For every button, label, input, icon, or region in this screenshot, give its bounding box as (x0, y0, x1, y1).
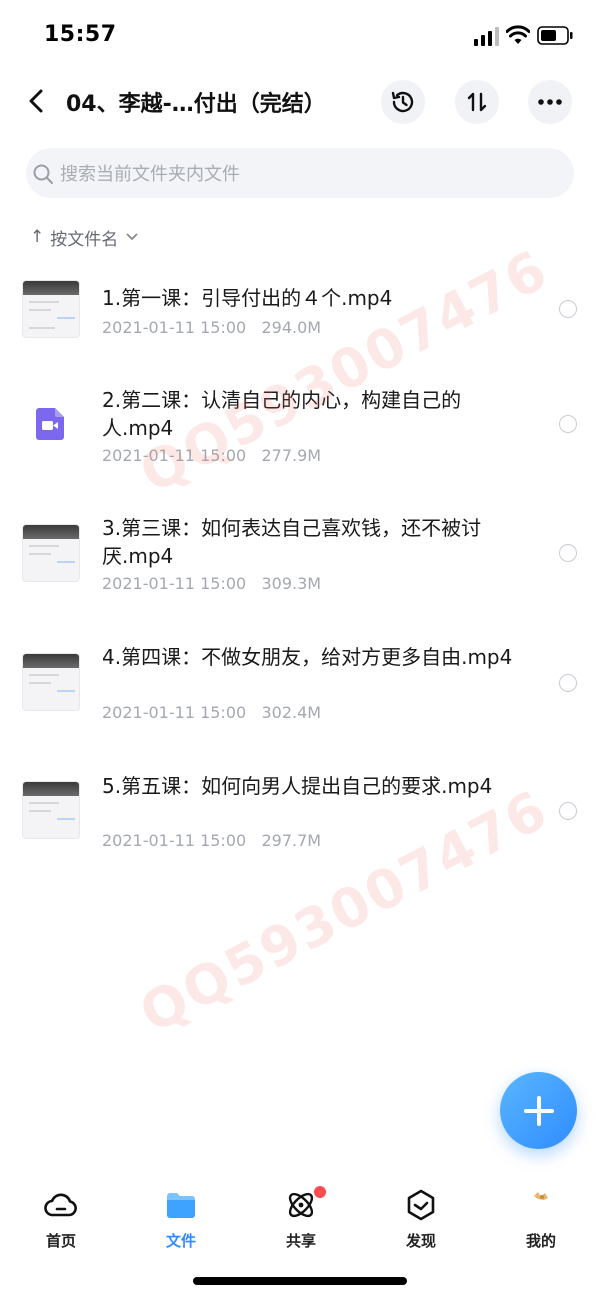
select-radio[interactable] (559, 802, 577, 820)
tab-files[interactable]: 文件 (136, 1186, 226, 1256)
folder-icon (167, 1193, 195, 1218)
wifi-icon (506, 25, 530, 44)
file-name: 4.第四课：不做女朋友，给对方更多自由.mp4 (102, 645, 513, 669)
file-date: 2021-01-11 15:00 (102, 703, 247, 722)
video-thumbnail (22, 280, 80, 338)
tab-label: 发现 (405, 1232, 436, 1250)
tab-label: 共享 (285, 1232, 316, 1250)
select-radio[interactable] (559, 674, 577, 692)
file-size: 294.0M (261, 318, 322, 337)
cellular-signal-icon (474, 27, 499, 46)
page-title: 04、李越-…付出（完结） (66, 92, 326, 117)
file-meta: 2021-01-11 15:00 297.7M (102, 831, 321, 850)
notification-badge (314, 1186, 326, 1198)
tab-profile[interactable]: 我的 (496, 1186, 586, 1256)
swap-vertical-icon (467, 92, 487, 112)
plus-icon (523, 1095, 554, 1126)
file-meta: 2021-01-11 15:00 302.4M (102, 703, 321, 722)
file-name: 5.第五课：如何向男人提出自己的要求.mp4 (102, 774, 493, 798)
tab-label: 文件 (165, 1232, 196, 1250)
tab-discover[interactable]: 发现 (376, 1186, 466, 1256)
tab-share[interactable]: 共享 (256, 1186, 346, 1256)
file-size: 309.3M (261, 574, 322, 593)
add-button[interactable] (500, 1072, 577, 1149)
status-time: 15:57 (44, 22, 117, 47)
home-indicator (193, 1277, 407, 1285)
select-radio[interactable] (559, 544, 577, 562)
tab-home[interactable]: 首页 (16, 1186, 106, 1256)
history-button[interactable] (381, 80, 425, 124)
file-meta: 2021-01-11 15:00 309.3M (102, 574, 321, 593)
file-size: 297.7M (261, 831, 322, 850)
bottom-tab-bar: 首页 文件 共享 发现 我的 (0, 1176, 600, 1266)
video-thumbnail (22, 781, 80, 839)
file-date: 2021-01-11 15:00 (102, 318, 247, 337)
video-thumbnail (22, 524, 80, 582)
status-bar: 15:57 (0, 0, 600, 72)
sort-order-button[interactable] (455, 80, 499, 124)
file-date: 2021-01-11 15:00 (102, 831, 247, 850)
file-size: 302.4M (261, 703, 322, 722)
select-radio[interactable] (559, 415, 577, 433)
file-name: 3.第三课：如何表达自己喜欢钱，还不被讨厌.mp4 (102, 516, 482, 568)
chevron-down-icon (126, 233, 138, 240)
cloud-icon (44, 1193, 77, 1217)
history-icon (391, 91, 414, 113)
arrow-up-icon: ↑ (30, 227, 45, 247)
file-meta: 2021-01-11 15:00 294.0M (102, 318, 321, 337)
battery-icon (537, 26, 573, 45)
tab-label: 首页 (45, 1232, 76, 1250)
header: 04、李越-…付出（完结） (0, 72, 600, 132)
more-dots-icon (538, 99, 562, 105)
file-row[interactable]: 4.第四课：不做女朋友，给对方更多自由.mp4 2021-01-11 15:00… (0, 630, 600, 758)
more-options-button[interactable] (528, 80, 572, 124)
discover-icon (407, 1189, 435, 1221)
search-icon (33, 164, 53, 184)
file-row[interactable]: 3.第三课：如何表达自己喜欢钱，还不被讨厌.mp4 2021-01-11 15:… (0, 500, 600, 630)
back-button[interactable] (20, 84, 54, 118)
sort-label: 按文件名 (50, 229, 119, 250)
tab-label: 我的 (525, 1232, 556, 1250)
file-size: 277.9M (261, 446, 322, 465)
sort-by-filename[interactable]: ↑ 按文件名 (30, 224, 138, 250)
video-file-icon (36, 408, 64, 440)
atom-icon (288, 1192, 314, 1218)
video-thumbnail (22, 653, 80, 711)
select-radio[interactable] (559, 300, 577, 318)
profile-icon (534, 1192, 548, 1200)
file-date: 2021-01-11 15:00 (102, 574, 247, 593)
search-input[interactable] (60, 160, 540, 188)
